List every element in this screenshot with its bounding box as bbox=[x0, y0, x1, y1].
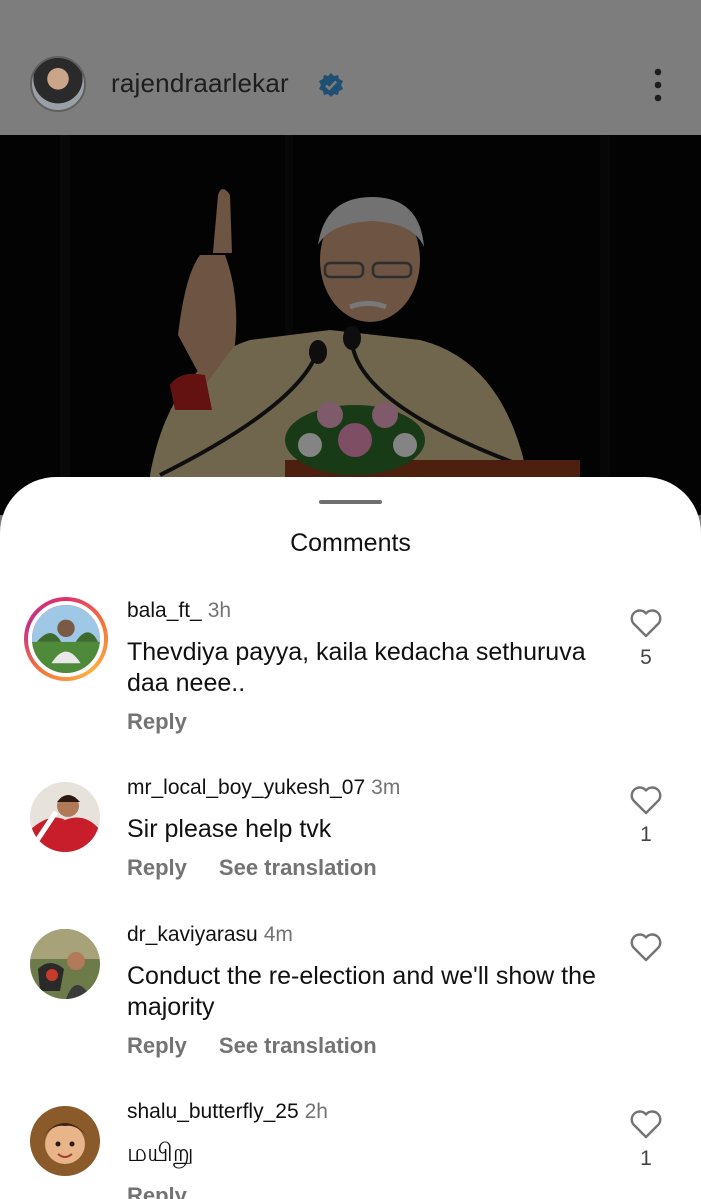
reply-button[interactable]: Reply bbox=[127, 1033, 187, 1058]
like-count: 1 bbox=[640, 823, 652, 846]
comment-time: 2h bbox=[304, 1100, 328, 1123]
commenter-photo bbox=[30, 782, 100, 852]
comment-actions: Reply See translation bbox=[127, 855, 377, 881]
heart-icon[interactable] bbox=[629, 607, 663, 639]
comment-time: 3m bbox=[371, 776, 401, 799]
comment-item: mr_local_boy_yukesh_07 3m Sir please help… bbox=[0, 776, 701, 896]
comment-username[interactable]: dr_kaviyarasu bbox=[127, 923, 258, 946]
comment-username[interactable]: shalu_butterfly_25 bbox=[127, 1100, 299, 1123]
heart-icon[interactable] bbox=[629, 931, 663, 963]
commenter-avatar[interactable] bbox=[30, 929, 100, 999]
author-avatar[interactable] bbox=[30, 56, 86, 112]
comment-item: shalu_butterfly_25 2h மயிறு Reply 1 bbox=[0, 1100, 701, 1199]
heart-icon[interactable] bbox=[629, 1108, 663, 1140]
comment-text: Thevdiya payya, kaila kedacha sethuruva … bbox=[127, 638, 586, 697]
comment-text: Sir please help tvk bbox=[127, 815, 332, 843]
reply-button[interactable]: Reply bbox=[127, 709, 187, 734]
comment-time: 4m bbox=[263, 923, 293, 946]
commenter-avatar[interactable] bbox=[30, 782, 100, 852]
see-translation-button[interactable]: See translation bbox=[219, 855, 377, 880]
commenter-photo bbox=[30, 1106, 100, 1176]
comment-actions: Reply bbox=[127, 1183, 187, 1199]
commenter-photo bbox=[32, 605, 100, 673]
comment-header: mr_local_boy_yukesh_07 3m bbox=[127, 776, 400, 800]
comment-header: bala_ft_ 3h bbox=[127, 599, 231, 623]
commenter-avatar[interactable] bbox=[24, 597, 108, 681]
comment-text: மயிறு bbox=[127, 1139, 194, 1167]
author-username[interactable]: rajendraarlekar bbox=[111, 68, 289, 99]
comment-header: dr_kaviyarasu 4m bbox=[127, 923, 293, 947]
comments-sheet: Comments bala_ft_ 3h Thevdiya payya, kail… bbox=[0, 477, 701, 1199]
comment-username[interactable]: mr_local_boy_yukesh_07 bbox=[127, 776, 365, 799]
like-count: 5 bbox=[640, 646, 652, 669]
more-vertical-icon[interactable] bbox=[645, 66, 671, 104]
sheet-title: Comments bbox=[290, 529, 411, 557]
commenter-avatar[interactable] bbox=[30, 1106, 100, 1176]
post-header: rajendraarlekar bbox=[0, 0, 701, 135]
reply-button[interactable]: Reply bbox=[127, 1183, 187, 1199]
comment-time: 3h bbox=[207, 599, 232, 622]
commenter-photo bbox=[30, 929, 100, 999]
comment-actions: Reply See translation bbox=[127, 1033, 377, 1059]
comment-username[interactable]: bala_ft_ bbox=[127, 599, 202, 622]
comment-actions: Reply bbox=[127, 709, 187, 735]
verified-badge-icon bbox=[319, 73, 343, 97]
reply-button[interactable]: Reply bbox=[127, 855, 187, 880]
like-count: 1 bbox=[640, 1147, 652, 1170]
sheet-drag-handle[interactable] bbox=[319, 500, 382, 504]
comment-item: dr_kaviyarasu 4m Conduct the re-election … bbox=[0, 923, 701, 1073]
comment-text: Conduct the re-election and we'll show t… bbox=[127, 962, 596, 1021]
see-translation-button[interactable]: See translation bbox=[219, 1033, 377, 1058]
post-photo bbox=[0, 135, 701, 515]
comment-header: shalu_butterfly_25 2h bbox=[127, 1100, 328, 1124]
comment-item: bala_ft_ 3h Thevdiya payya, kaila kedacha… bbox=[0, 597, 701, 749]
heart-icon[interactable] bbox=[629, 784, 663, 816]
